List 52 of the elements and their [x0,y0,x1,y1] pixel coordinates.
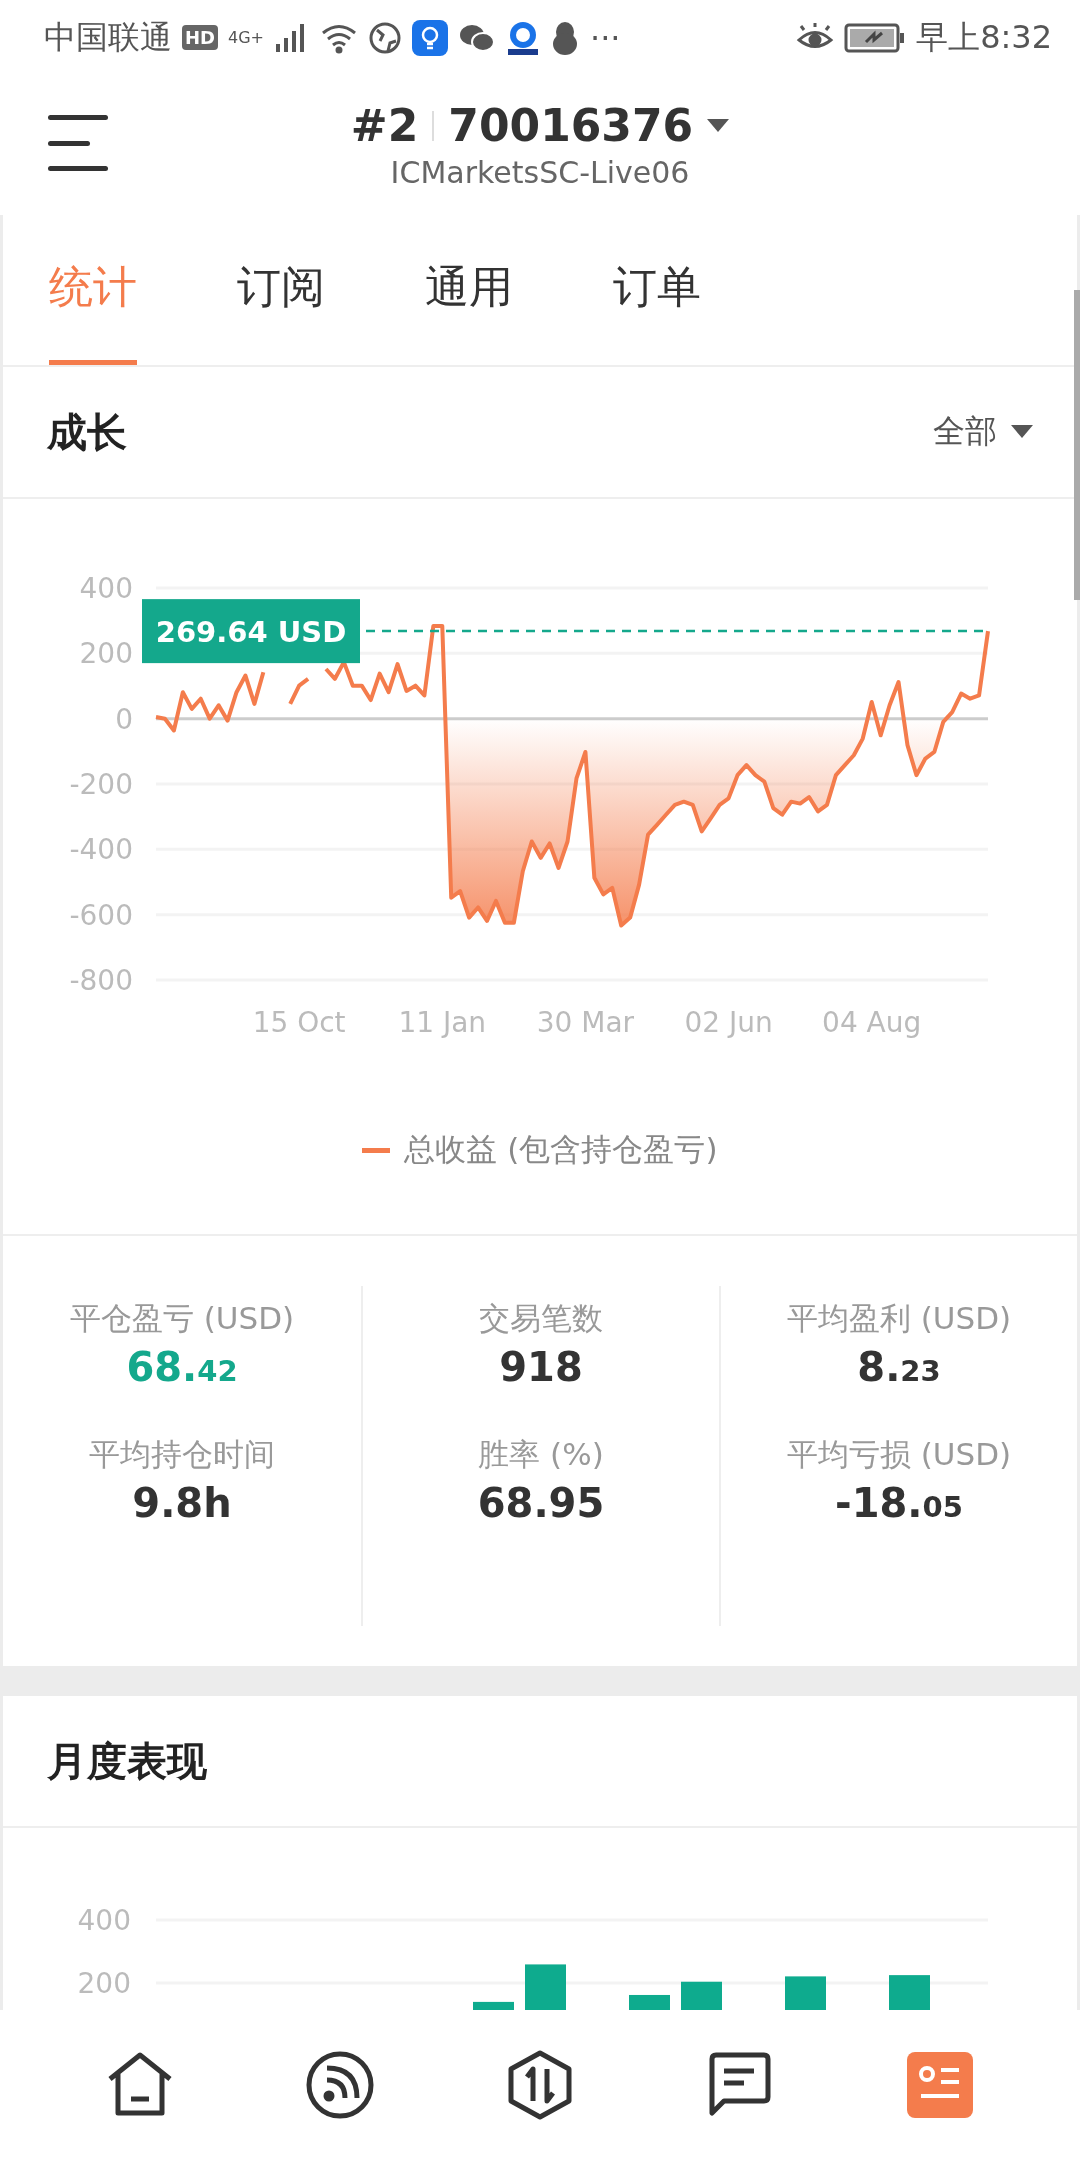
stat-value: 9.8h [132,1480,232,1526]
axis-label: 02 Jun [684,1006,773,1039]
caret-icon[interactable] [707,118,730,133]
stat-label: 平均盈利 (USD) [786,1299,1012,1338]
server-name: ICMarketsSC-Live06 [390,155,690,190]
axis-label: -800 [69,964,133,997]
bar [525,1964,566,2010]
axis-label: 0 [115,702,133,736]
stat-label: 平仓盈亏 (USD) [69,1299,295,1338]
value-tag: 269.64 USD [142,599,360,664]
stat-value: 918 [499,1344,583,1390]
section-title: 月度表现 [47,1736,207,1786]
axis-label: 04 Aug [822,1006,922,1039]
axis-label: -600 [69,898,133,932]
menu-icon[interactable] [48,115,110,171]
stat-label: 平均亏损 (USD) [786,1435,1012,1474]
axis-label: 400 [79,572,133,605]
legend-marker [362,1147,391,1153]
axis-label: 400 [77,1904,131,1937]
network-type: 4G+ [228,28,264,47]
stat-value: 8.23 [857,1344,941,1390]
axis-label: 11 Jan [398,1006,487,1039]
stat-label: 胜率 (%) [478,1435,604,1474]
carrier-name: 中国联通 [44,16,172,58]
battery-icon [844,21,907,54]
more-notifications: ··· [590,18,621,57]
axis-label: -200 [69,768,133,801]
tab[interactable]: 订单 [613,215,701,365]
penguin-icon [550,19,580,56]
clock-time: 早上8:32 [916,16,1052,58]
stat-value: 68.95 [477,1480,605,1526]
period-selector[interactable]: 全部 [933,410,997,454]
axis-label: 200 [77,1967,131,2000]
axis-label: -400 [69,833,133,867]
stat-label: 平均持仓时间 [89,1435,275,1474]
axis-label: 30 Mar [536,1006,635,1039]
axis-label: 200 [79,637,133,671]
stat-value: -18.05 [835,1480,963,1526]
caret-icon[interactable] [1011,425,1033,439]
app-badge-icon [506,19,540,56]
tab[interactable]: 通用 [425,215,513,365]
section-title: 成长 [47,407,127,457]
tab[interactable]: 订阅 [237,215,325,365]
account-index: #2 [350,100,419,151]
globe-icon [368,20,402,55]
stat-label: 交易笔数 [479,1299,603,1338]
stat-value: 68.42 [126,1344,238,1390]
account-number[interactable]: 70016376 [448,100,694,151]
lightbulb-app-icon [412,19,448,56]
hd-badge: HD [182,25,218,50]
axis-label: 15 Oct [252,1006,346,1039]
legend-label: 总收益 (包含持仓盈亏) [404,1130,718,1169]
